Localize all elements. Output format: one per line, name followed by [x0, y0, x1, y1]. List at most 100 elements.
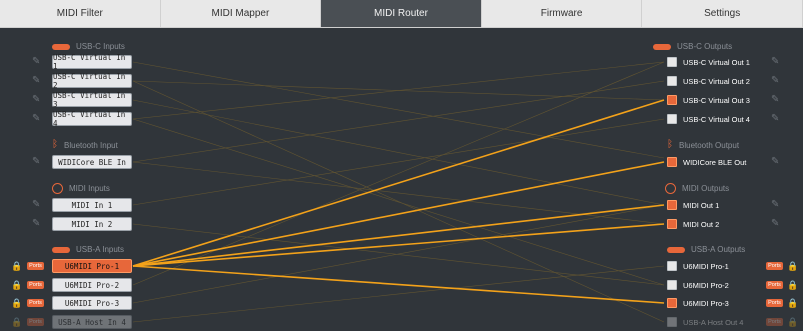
router-canvas: USB-C Inputs ✎ USB-C Virtual In 1 ✎ USB-…	[0, 28, 803, 331]
lock-icon[interactable]: 🔒	[787, 280, 798, 291]
midi-port-icon	[52, 183, 63, 194]
ports-button: Ports	[27, 318, 44, 326]
tab-midi-router[interactable]: MIDI Router	[321, 0, 482, 27]
bluetooth-output-title: Bluetooth Output	[679, 140, 740, 150]
output-u6midi-pro-3[interactable]: U6MIDI Pro-3	[667, 296, 729, 310]
pencil-icon[interactable]: ✎	[32, 156, 40, 167]
route-to-usbc-out-3[interactable]	[132, 99, 665, 267]
input-u6midi-pro-1[interactable]: U6MIDI Pro-1	[52, 259, 132, 273]
input-usbc-virtual-4[interactable]: USB-C Virtual In 4	[52, 110, 132, 128]
pencil-icon[interactable]: ✎	[771, 113, 779, 124]
input-midi-1[interactable]: MIDI In 1	[52, 198, 132, 212]
route-checkbox[interactable]	[667, 219, 677, 229]
usba-outputs-title: USB-A Outputs	[691, 245, 746, 254]
pencil-icon[interactable]: ✎	[771, 75, 779, 86]
output-label: U6MIDI Pro-3	[683, 298, 729, 308]
route-checkbox[interactable]	[667, 76, 677, 86]
output-usbc-virtual-3[interactable]: USB-C Virtual Out 3	[667, 93, 750, 107]
usbc-outputs-title: USB-C Outputs	[677, 42, 733, 51]
usbc-outputs-header: USB-C Outputs	[653, 42, 732, 51]
lock-icon[interactable]: 🔒	[787, 261, 798, 272]
output-u6midi-pro-2[interactable]: U6MIDI Pro-2	[667, 278, 729, 292]
output-label: USB-C Virtual Out 4	[683, 114, 750, 124]
tab-firmware[interactable]: Firmware	[482, 0, 643, 27]
output-label: MIDI Out 1	[683, 200, 720, 210]
pencil-icon[interactable]: ✎	[771, 56, 779, 67]
input-u6midi-pro-2[interactable]: U6MIDI Pro-2	[52, 278, 132, 292]
pencil-icon[interactable]: ✎	[771, 94, 779, 105]
input-usbc-virtual-3[interactable]: USB-C Virtual In 3	[52, 91, 132, 109]
pencil-icon[interactable]: ✎	[32, 75, 40, 86]
route-to-u6midi-pro-3[interactable]	[132, 265, 665, 304]
bluetooth-icon: ᛒ	[52, 139, 58, 150]
route-checkbox[interactable]	[667, 200, 677, 210]
usba-outputs-header: USB-A Outputs	[667, 245, 745, 254]
route-checkbox[interactable]	[667, 261, 677, 271]
output-label: WIDICore BLE Out	[683, 157, 747, 167]
output-usbc-virtual-4[interactable]: USB-C Virtual Out 4	[667, 112, 750, 126]
bluetooth-output-header: ᛒ Bluetooth Output	[667, 140, 739, 150]
route-checkbox[interactable]	[667, 298, 677, 308]
route-checkbox[interactable]	[667, 114, 677, 124]
tab-settings[interactable]: Settings	[642, 0, 803, 27]
output-midi-2[interactable]: MIDI Out 2	[667, 217, 719, 231]
usba-inputs-header: USB-A Inputs	[52, 245, 124, 254]
pencil-icon[interactable]: ✎	[771, 156, 779, 167]
input-ble[interactable]: WIDICore BLE In	[52, 155, 132, 169]
pencil-icon[interactable]: ✎	[32, 113, 40, 124]
pencil-icon[interactable]: ✎	[32, 199, 40, 210]
output-ble[interactable]: WIDICore BLE Out	[667, 155, 746, 169]
usb-port-icon	[52, 246, 70, 253]
input-usbc-virtual-1[interactable]: USB-C Virtual In 1	[52, 53, 132, 71]
ports-button[interactable]: Ports	[27, 299, 44, 307]
faint-route-lines	[132, 61, 665, 323]
pencil-icon[interactable]: ✎	[32, 56, 40, 67]
usbc-inputs-title: USB-C Inputs	[76, 42, 125, 51]
lock-icon: 🔒	[11, 317, 23, 327]
ports-button[interactable]: Ports	[27, 262, 44, 270]
route-checkbox[interactable]	[667, 57, 677, 67]
pencil-icon[interactable]: ✎	[32, 218, 40, 229]
ports-button[interactable]: Ports	[766, 299, 783, 307]
route-checkbox[interactable]	[667, 280, 677, 290]
usbc-inputs-header: USB-C Inputs	[52, 42, 125, 51]
midi-outputs-title: MIDI Outputs	[682, 184, 730, 193]
output-label: U6MIDI Pro-1	[683, 261, 729, 271]
input-midi-2[interactable]: MIDI In 2	[52, 217, 132, 231]
tab-midi-filter[interactable]: MIDI Filter	[0, 0, 161, 27]
midi-port-icon	[665, 183, 676, 194]
lock-icon[interactable]: 🔒	[787, 298, 798, 309]
route-checkbox[interactable]	[667, 95, 677, 105]
lock-icon[interactable]: 🔒	[11, 261, 22, 272]
pencil-icon[interactable]: ✎	[771, 218, 779, 229]
output-label: USB-C Virtual Out 2	[683, 76, 750, 86]
output-midi-1[interactable]: MIDI Out 1	[667, 198, 719, 212]
input-usbc-virtual-2[interactable]: USB-C Virtual In 2	[52, 72, 132, 90]
output-usbc-virtual-2[interactable]: USB-C Virtual Out 2	[667, 74, 750, 88]
input-usba-host-4: USB-A Host In 4	[52, 315, 132, 329]
output-label: U6MIDI Pro-2	[683, 280, 729, 290]
route-to-midi-out-2[interactable]	[132, 223, 665, 267]
pencil-icon[interactable]: ✎	[32, 94, 40, 105]
route-checkbox	[667, 317, 677, 327]
output-label: MIDI Out 2	[683, 219, 720, 229]
ports-button[interactable]: Ports	[27, 281, 44, 289]
output-label: USB-A Host Out 4	[683, 317, 744, 327]
input-u6midi-pro-3[interactable]: U6MIDI Pro-3	[52, 296, 132, 310]
midi-inputs-header: MIDI Inputs	[52, 183, 110, 194]
pencil-icon[interactable]: ✎	[771, 199, 779, 210]
ports-button: Ports	[766, 318, 783, 326]
route-checkbox[interactable]	[667, 157, 677, 167]
output-u6midi-pro-1[interactable]: U6MIDI Pro-1	[667, 259, 729, 273]
bluetooth-input-header: ᛒ Bluetooth Input	[52, 140, 118, 150]
output-usbc-virtual-1[interactable]: USB-C Virtual Out 1	[667, 55, 750, 69]
tab-midi-mapper[interactable]: MIDI Mapper	[161, 0, 322, 27]
lock-icon[interactable]: 🔒	[11, 298, 22, 309]
output-label: USB-C Virtual Out 3	[683, 95, 750, 105]
lock-icon: 🔒	[787, 317, 799, 327]
lock-icon[interactable]: 🔒	[11, 280, 22, 291]
ports-button[interactable]: Ports	[766, 281, 783, 289]
bluetooth-input-title: Bluetooth Input	[64, 140, 118, 150]
output-usba-host-4: USB-A Host Out 4	[667, 315, 743, 329]
ports-button[interactable]: Ports	[766, 262, 783, 270]
